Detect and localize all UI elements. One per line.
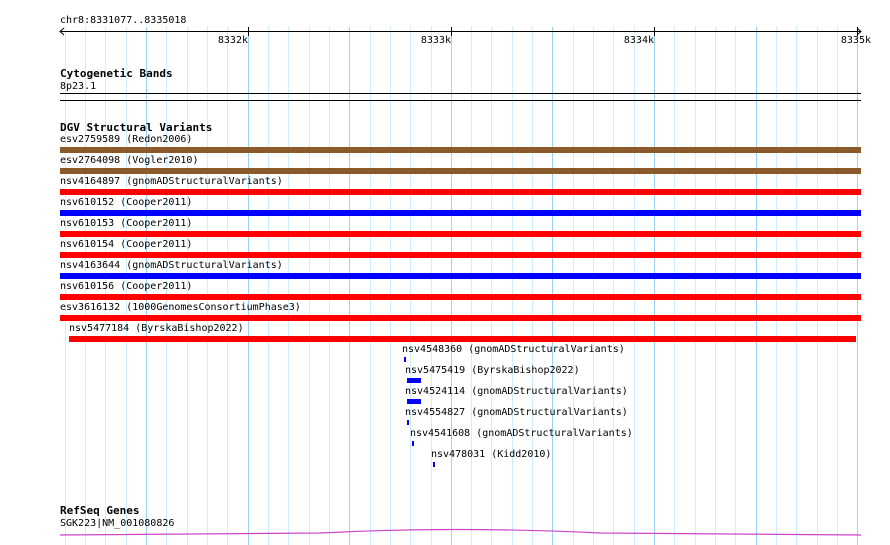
variant-label[interactable]: nsv4541608 (gnomADStructuralVariants): [410, 428, 633, 439]
variant-label[interactable]: esv2764098 (Vogler2010): [60, 155, 198, 166]
ruler-line: [60, 31, 861, 32]
variant-bar[interactable]: [60, 252, 861, 258]
variant-bar[interactable]: [60, 168, 861, 174]
variant-label[interactable]: nsv610152 (Cooper2011): [60, 197, 192, 208]
variant-label[interactable]: nsv478031 (Kidd2010): [431, 449, 551, 460]
cytoband-label[interactable]: 8p23.1: [60, 81, 96, 92]
variant-label[interactable]: nsv610153 (Cooper2011): [60, 218, 192, 229]
variant-label[interactable]: nsv5475419 (ByrskaBishop2022): [405, 365, 580, 376]
refseq-title: RefSeq Genes: [60, 504, 140, 517]
variant-bar[interactable]: [60, 273, 861, 279]
variant-label[interactable]: nsv4554827 (gnomADStructuralVariants): [405, 407, 628, 418]
variant-label[interactable]: esv3616132 (1000GenomesConsortiumPhase3): [60, 302, 301, 313]
variant-bar[interactable]: [60, 231, 861, 237]
variant-label[interactable]: nsv5477184 (ByrskaBishop2022): [69, 323, 244, 334]
variant-bar[interactable]: [69, 336, 856, 342]
locus-label: chr8:8331077..8335018: [60, 15, 187, 26]
variant-bar[interactable]: [60, 189, 861, 195]
cytoband-bar[interactable]: [60, 93, 861, 94]
variant-bar[interactable]: [60, 315, 861, 321]
ruler-tick-label: 8335k: [840, 35, 871, 46]
variant-bar[interactable]: [60, 210, 861, 216]
ruler-tick: [451, 27, 452, 36]
ruler-tick: [248, 27, 249, 36]
variant-label[interactable]: nsv4524114 (gnomADStructuralVariants): [405, 386, 628, 397]
ruler-tick-label: 8334k: [623, 35, 654, 46]
variant-label[interactable]: nsv4164897 (gnomADStructuralVariants): [60, 176, 283, 187]
variant-bar[interactable]: [407, 399, 421, 404]
variant-label[interactable]: nsv4163644 (gnomADStructuralVariants): [60, 260, 283, 271]
variant-label[interactable]: nsv4548360 (gnomADStructuralVariants): [402, 344, 625, 355]
refseq-gene-label[interactable]: SGK223|NM_001080826: [60, 518, 174, 529]
variant-label[interactable]: nsv610154 (Cooper2011): [60, 239, 192, 250]
variant-bar[interactable]: [407, 378, 421, 383]
ruler-tick-label: 8332k: [217, 35, 248, 46]
variant-label[interactable]: nsv610156 (Cooper2011): [60, 281, 192, 292]
track-divider: [60, 100, 861, 101]
dgv-title: DGV Structural Variants: [60, 121, 213, 134]
variant-bar[interactable]: [412, 441, 414, 446]
variant-bar[interactable]: [404, 357, 406, 362]
variant-bar[interactable]: [433, 462, 435, 467]
variant-bar[interactable]: [60, 294, 861, 300]
variant-bar[interactable]: [407, 420, 409, 425]
ruler-tick: [654, 27, 655, 36]
variant-label[interactable]: esv2759589 (Redon2006): [60, 134, 192, 145]
ruler-tick-label: 8333k: [420, 35, 451, 46]
variant-bar[interactable]: [60, 147, 861, 153]
cytobands-title: Cytogenetic Bands: [60, 67, 173, 80]
